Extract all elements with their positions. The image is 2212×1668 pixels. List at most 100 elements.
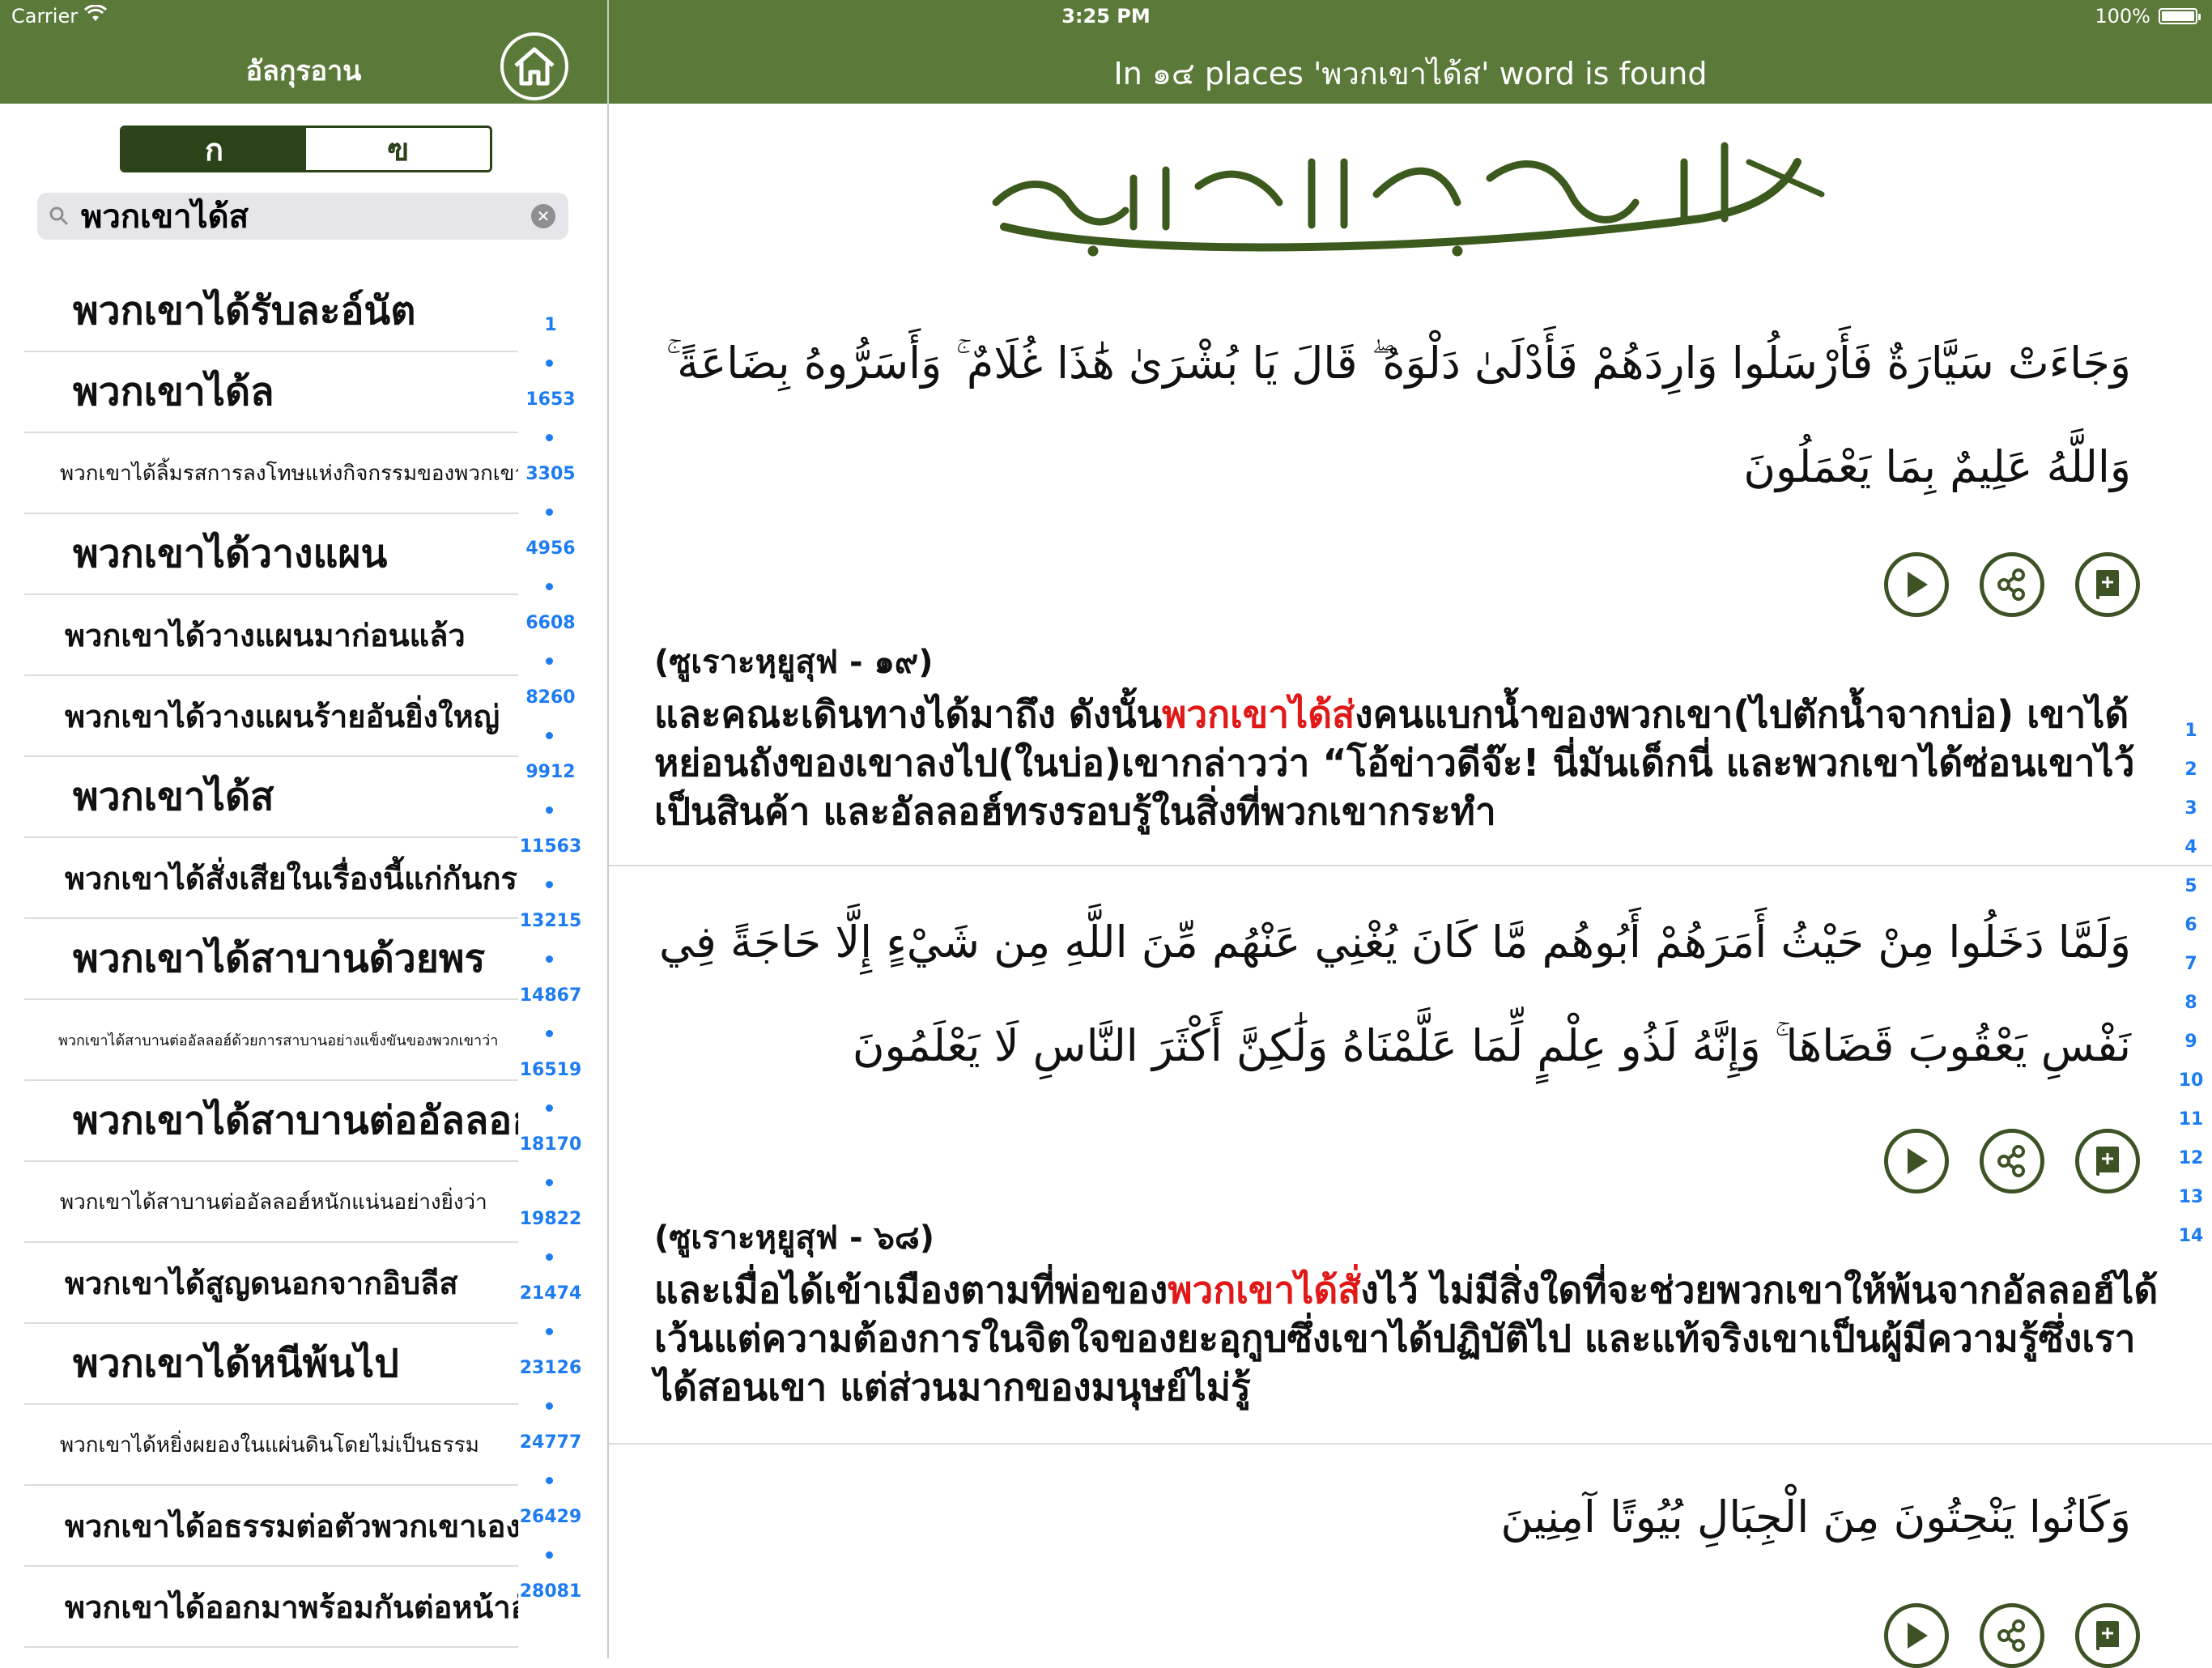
verse-separator [609,865,2212,866]
bismillah-calligraphy [992,142,1825,257]
index-number[interactable]: 23126 [518,1359,583,1396]
result-row[interactable]: พวกเขาได้วางแผนมาก่อนแล้ว [24,595,518,676]
occurrence-index-number[interactable]: 14 [2170,1226,2212,1265]
translation-text: และคณะเดินทางได้มาถึง ดังนั้น [654,692,1163,736]
result-row[interactable]: พวกเขาได้ส [24,757,518,838]
verse-actions [1884,1603,2140,1668]
result-row[interactable]: พวกเขาได้หยิ่งผยองในแผ่นดินโดยไม่เป็นธรร… [24,1405,518,1486]
verse-block: وَكَانُوا يَنْحِتُونَ مِنَ الْجِبَالِ بُ… [609,1466,2172,1569]
segment-option[interactable]: ฃ [306,128,490,170]
index-dot [518,874,583,912]
search-field[interactable]: พวกเขาได้ส ✕ [37,193,568,240]
bookmark-book-icon [2096,1147,2119,1176]
bookmark-book-icon [2096,1621,2119,1650]
alphabet-segment-control[interactable]: ก ฃ [120,126,492,172]
arabic-verse-text: وَجَاءَتْ سَيَّارَةٌ فَأَرْسَلُوا وَارِد… [666,338,2131,492]
index-number[interactable]: 4956 [518,539,583,577]
word-index-strip[interactable]: 1 1653 3305 4956 6608 8260 9912 11563 13215 14867… [518,316,583,1619]
result-row[interactable]: พวกเขาได้สาบานต่ออัลลอฮ์หนักแน่นอย่างยิ่… [24,1162,518,1243]
index-number[interactable]: 24777 [518,1433,583,1470]
index-number[interactable]: 28081 [518,1582,583,1619]
sidebar-navbar: อัลกุรอาน [0,32,607,104]
occurrence-index-number[interactable]: 11 [2170,1109,2212,1148]
index-number[interactable]: 6608 [518,614,583,651]
result-row[interactable]: พวกเขาได้รับละอ์นัต [24,271,518,352]
result-row[interactable]: พวกเขาได้สั่งเสียในเรื่องนี้แก่กันกร [24,838,518,919]
play-button[interactable] [1884,1129,1949,1194]
result-row[interactable]: พวกเขาได้อธรรมต่อตัวพวกเขาเอง [24,1486,518,1567]
battery-info: 100% [2095,5,2201,28]
bookmark-button[interactable] [2075,1603,2140,1668]
share-icon [1997,568,2025,601]
index-number[interactable]: 1653 [518,390,583,428]
battery-percent: 100% [2095,5,2150,28]
bookmark-button[interactable] [2075,552,2140,617]
status-time: 3:25 PM [1061,5,1151,28]
index-dot [518,949,583,986]
clear-icon[interactable]: ✕ [531,204,555,228]
index-dot [518,428,583,465]
result-row[interactable]: พวกเขาได้หนีพ้นไป [24,1324,518,1405]
result-row[interactable]: พวกเขาได้สาบานต่ออัลลอฮ์ [24,1081,518,1162]
verse-block: وَلَمَّا دَخَلُوا مِنْ حَيْثُ أَمَرَهُمْ… [609,891,2172,1098]
result-row[interactable]: พวกเขาได้สาบานด้วยพร [24,919,518,1000]
play-button[interactable] [1884,552,1949,617]
occurrence-index-number[interactable]: 12 [2170,1148,2212,1187]
home-button[interactable] [500,32,568,100]
share-button[interactable] [1980,1603,2044,1668]
result-row[interactable]: พวกเขาได้ลิ้มรสการลงโทษแห่งกิจกรรมของพวก… [24,433,518,514]
bookmark-button[interactable] [2075,1129,2140,1194]
occurrence-index-number[interactable]: 10 [2170,1070,2212,1109]
index-number[interactable]: 26429 [518,1508,583,1545]
result-row[interactable]: พวกเขาได้สาบานต่ออัลลอฮ์ด้วยการสาบานอย่า… [24,1000,518,1081]
verse-separator [609,1443,2212,1445]
highlighted-match: พวกเขาได้สั่ [1168,1268,1361,1312]
occurrence-index-strip[interactable]: 1 2 3 4 5 6 7 8 9 10 11 12 13 14 [2170,721,2212,1265]
arabic-verse-text: وَكَانُوا يَنْحِتُونَ مِنَ الْجِبَالِ بُ… [1500,1491,2131,1542]
occurrence-index-number[interactable]: 4 [2170,837,2212,876]
index-number[interactable]: 8260 [518,688,583,725]
index-dot [518,1098,583,1135]
verse-reference: (ซูเราะหฺยูสุฟ - ๖๘) [654,1219,935,1257]
share-button[interactable] [1980,1129,2044,1194]
index-dot [518,1023,583,1061]
result-row[interactable]: พวกเขาได้ล [24,352,518,433]
index-number[interactable]: 13215 [518,912,583,949]
index-dot [518,1470,583,1508]
occurrence-index-number[interactable]: 3 [2170,798,2212,837]
occurrence-index-number[interactable]: 5 [2170,876,2212,915]
result-row[interactable]: พวกเขาได้ออกมาพร้อมกันต่อหน้าอัลลอฮ [24,1567,518,1648]
segment-option-active[interactable]: ก [122,128,306,170]
index-number[interactable]: 19822 [518,1210,583,1247]
status-bar: Carrier 3:25 PM 100% [0,0,2212,32]
verse-actions [1884,1129,2140,1194]
occurrence-index-number[interactable]: 8 [2170,993,2212,1032]
search-input[interactable]: พวกเขาได้ส [81,190,249,242]
search-icon [49,204,73,228]
share-button[interactable] [1980,552,2044,617]
index-number[interactable]: 9912 [518,763,583,800]
verse-block: وَجَاءَتْ سَيَّارَةٌ فَأَرْسَلُوا وَارِد… [609,312,2172,519]
index-number[interactable]: 1 [518,316,583,353]
result-row[interactable]: พวกเขาได้วางแผน [24,514,518,595]
occurrence-index-number[interactable]: 1 [2170,721,2212,760]
occurrence-index-number[interactable]: 2 [2170,760,2212,798]
index-number[interactable]: 16519 [518,1061,583,1098]
play-button[interactable] [1884,1603,1949,1668]
occurrence-index-number[interactable]: 6 [2170,915,2212,954]
occurrence-index-number[interactable]: 13 [2170,1187,2212,1226]
index-number[interactable]: 3305 [518,465,583,502]
index-dot [518,800,583,837]
verse-translation: และเมื่อได้เข้าเมืองตามที่พ่อของพวกเขาได… [654,1266,2160,1411]
index-number[interactable]: 11563 [518,837,583,874]
occurrence-index-number[interactable]: 7 [2170,954,2212,993]
result-row[interactable]: พวกเขาได้สูญดนอกจากอิบลีส [24,1243,518,1324]
play-icon [1908,1148,1928,1174]
index-number[interactable]: 21474 [518,1284,583,1321]
index-number[interactable]: 18170 [518,1135,583,1172]
occurrence-index-number[interactable]: 9 [2170,1032,2212,1070]
result-row[interactable]: พวกเขาได้วางแผนร้ายอันยิ่งใหญ่ [24,676,518,757]
index-dot [518,353,583,390]
index-number[interactable]: 14867 [518,986,583,1023]
battery-icon [2159,8,2201,24]
